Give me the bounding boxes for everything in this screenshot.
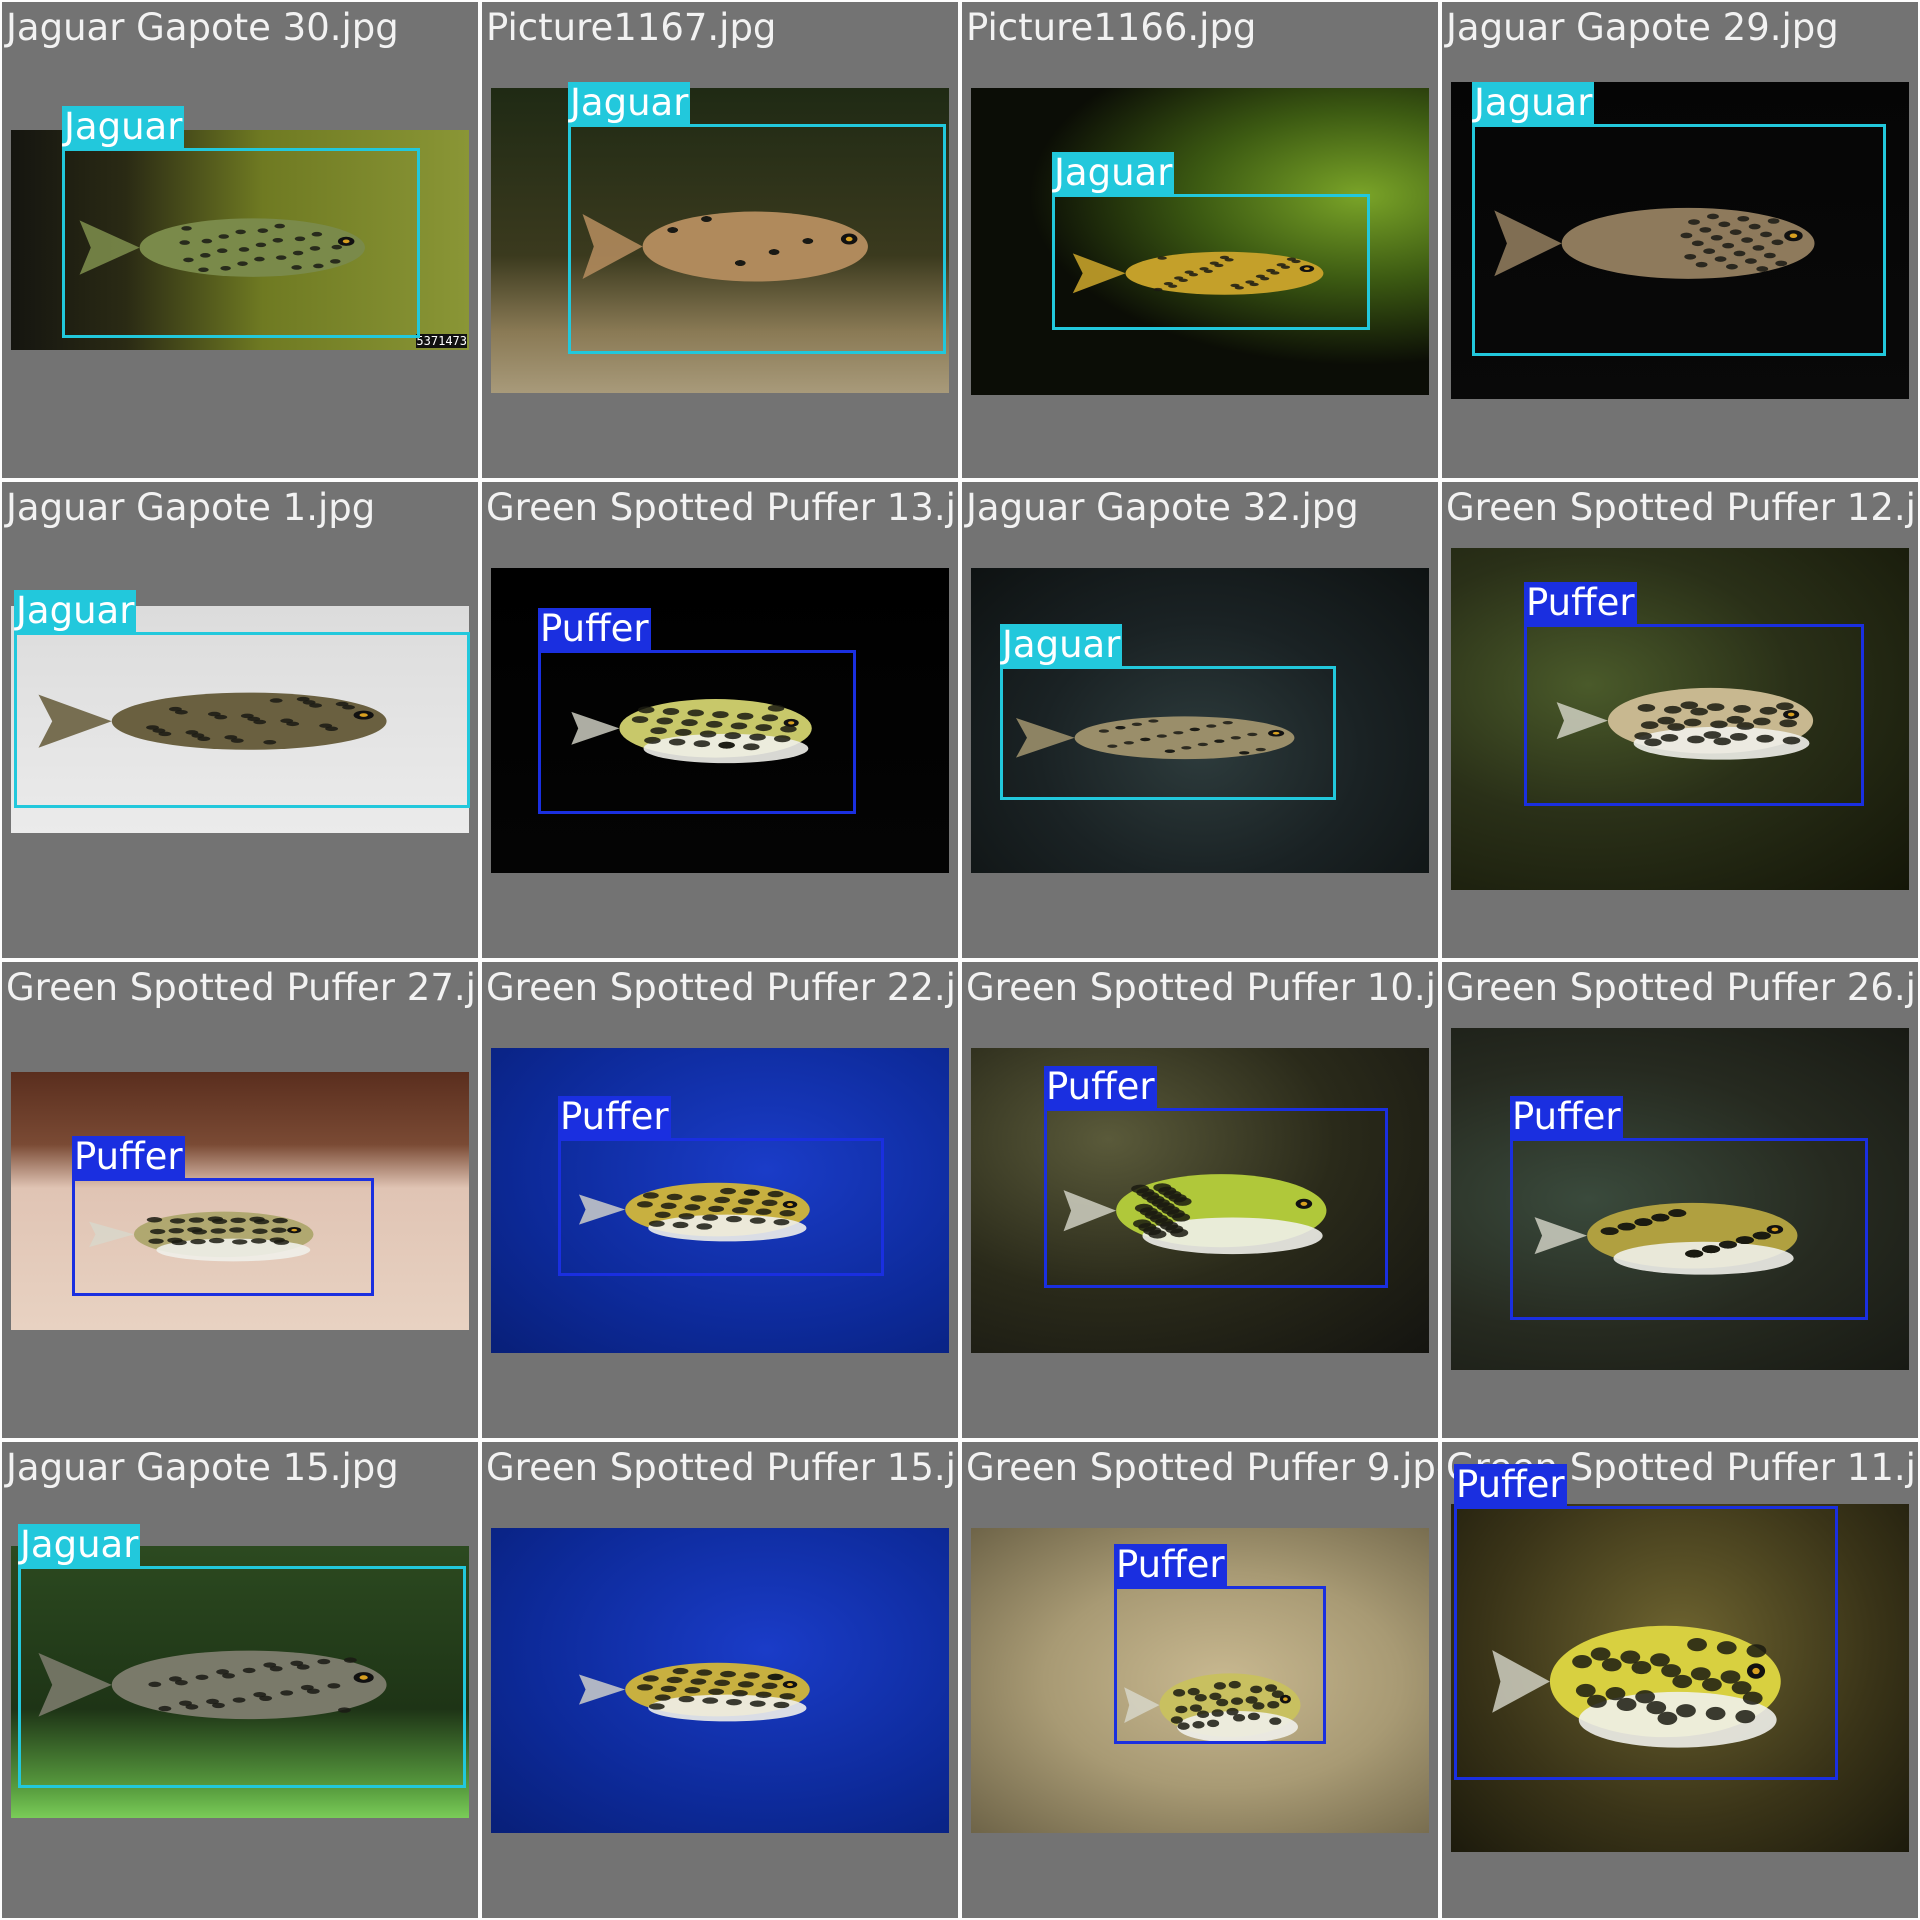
image-filename: Picture1166.jpg: [966, 6, 1257, 49]
detection-label: Puffer: [72, 1135, 185, 1178]
tile: Green Spotted Puffer 9.jpg Puffer: [962, 1442, 1438, 1918]
image-filename: Green Spotted Puffer 26.jpg: [1446, 966, 1918, 1009]
fish-illustration: [546, 1604, 876, 1772]
image-filename: Green Spotted Puffer 13.jpg: [486, 486, 958, 529]
detection-box: [1524, 624, 1864, 806]
tile: Green Spotted Puffer 12.jpg Puffer: [1442, 482, 1918, 958]
tile: Green Spotted Puffer 10.jpg Puffer: [962, 962, 1438, 1438]
detection-box: [18, 1566, 466, 1788]
detection-box: [14, 632, 470, 808]
detection-label: Jaguar: [1000, 623, 1123, 666]
tile: Green Spotted Puffer 26.jpg Puffer: [1442, 962, 1918, 1438]
image-filename: Jaguar Gapote 30.jpg: [6, 6, 399, 49]
image-filename: Picture1167.jpg: [486, 6, 777, 49]
image-filename: Green Spotted Puffer 27.jpg: [6, 966, 478, 1009]
detection-box: [1052, 194, 1370, 330]
detection-label: Puffer: [558, 1095, 671, 1138]
detection-label: Jaguar: [1472, 81, 1595, 124]
detection-label: Puffer: [1454, 1463, 1567, 1506]
tile: 5371473 Jaguar Gapote 30.jpg Jaguar: [2, 2, 478, 478]
detection-box: [62, 148, 420, 338]
image-filename: Green Spotted Puffer 15.jpg: [486, 1446, 958, 1489]
detection-box: [538, 650, 856, 814]
tile: Jaguar Gapote 1.jpg Jaguar: [2, 482, 478, 958]
tile: Jaguar Gapote 15.jpg Jaguar: [2, 1442, 478, 1918]
image-filename: Green Spotted Puffer 12.jpg: [1446, 486, 1918, 529]
detection-label: Jaguar: [1052, 151, 1175, 194]
tile: Picture1166.jpg Jaguar: [962, 2, 1438, 478]
detection-label: Jaguar: [18, 1523, 141, 1566]
tile: Jaguar Gapote 32.jpg Jaguar: [962, 482, 1438, 958]
detection-box: [1510, 1138, 1868, 1320]
image-filename: Green Spotted Puffer 9.jpg: [966, 1446, 1438, 1489]
tile: Green Spotted Puffer 11.jpg Puffer: [1442, 1442, 1918, 1918]
detection-label: Puffer: [538, 607, 651, 650]
detection-box: [1000, 666, 1336, 800]
image-filename: Jaguar Gapote 32.jpg: [966, 486, 1359, 529]
detection-label: Puffer: [1510, 1095, 1623, 1138]
tile: Green Spotted Puffer 13.jpg Puffer: [482, 482, 958, 958]
tile: Jaguar Gapote 29.jpg Jaguar: [1442, 2, 1918, 478]
detection-label: Jaguar: [14, 589, 137, 632]
detection-box: [72, 1178, 374, 1296]
tile: Picture1167.jpg Jaguar: [482, 2, 958, 478]
detection-box: [1114, 1586, 1326, 1744]
tile: Green Spotted Puffer 15.jpg: [482, 1442, 958, 1918]
image-filename: Jaguar Gapote 1.jpg: [6, 486, 376, 529]
image-filename: Green Spotted Puffer 10.jpg: [966, 966, 1438, 1009]
detection-box: [558, 1138, 884, 1276]
detection-box: [1454, 1506, 1838, 1780]
image-filename: Green Spotted Puffer 22.jpg: [486, 966, 958, 1009]
tile: Green Spotted Puffer 27.jpg Puffer: [2, 962, 478, 1438]
detection-grid: 5371473 Jaguar Gapote 30.jpg Jaguar Pictur…: [0, 0, 1920, 1920]
detection-label: Puffer: [1044, 1065, 1157, 1108]
image-filename: Jaguar Gapote 15.jpg: [6, 1446, 399, 1489]
detection-label: Jaguar: [62, 105, 185, 148]
detection-label: Puffer: [1114, 1543, 1227, 1586]
detection-label: Jaguar: [568, 81, 691, 124]
detection-label: Puffer: [1524, 581, 1637, 624]
detection-box: [568, 124, 946, 354]
tile: Green Spotted Puffer 22.jpg Puffer: [482, 962, 958, 1438]
fish-photo: [491, 1528, 949, 1833]
detection-box: [1044, 1108, 1388, 1288]
photo-caption: 5371473: [416, 334, 467, 348]
image-filename: Jaguar Gapote 29.jpg: [1446, 6, 1839, 49]
detection-box: [1472, 124, 1886, 356]
